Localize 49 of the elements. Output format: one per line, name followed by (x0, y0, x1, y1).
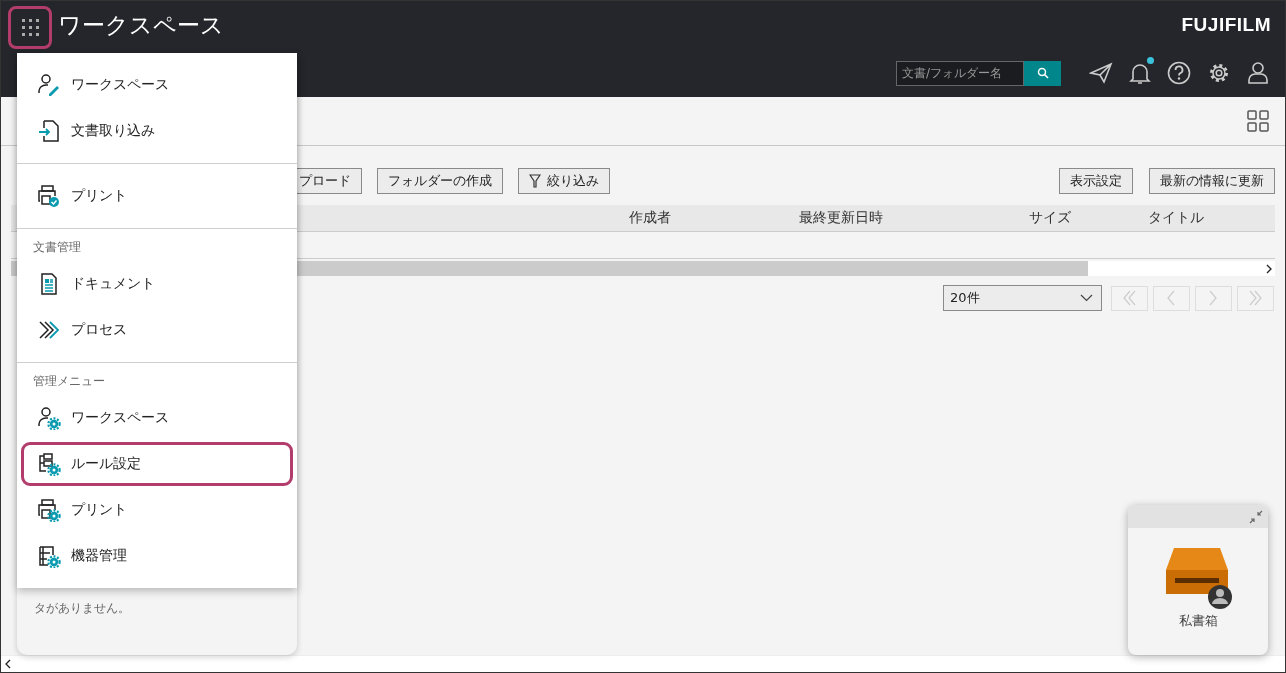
search-icon (1036, 67, 1049, 79)
app-title: ワークスペース (58, 10, 224, 40)
column-header[interactable]: 作成者 (629, 209, 799, 227)
menu-item[interactable]: ドキュメント (21, 262, 293, 306)
menu-heading: 文書管理 (32, 239, 82, 256)
search-button[interactable] (1024, 60, 1061, 86)
page-size-select[interactable]: 20件 (943, 285, 1102, 311)
menu-heading: 管理メニュー (32, 373, 106, 390)
person-gear-icon (37, 406, 61, 430)
menu-item[interactable]: プロセス (21, 308, 293, 352)
empty-message: タがありません。 (33, 600, 131, 617)
double-chevron-right-icon (1247, 288, 1264, 308)
toolbar-button[interactable]: フォルダーの作成 (377, 168, 503, 194)
search-field[interactable]: 文書/フォルダー名 (896, 60, 1024, 86)
toolbar-button[interactable]: 表示設定 (1059, 168, 1133, 194)
menu-item[interactable]: ワークスペース (21, 63, 293, 107)
brand-logo: FUJIFILM (1181, 14, 1271, 36)
menu-item[interactable]: プリント (21, 488, 293, 532)
printer-check-icon (37, 184, 61, 208)
tree-gear-icon (37, 452, 61, 476)
toolbar-button[interactable]: 絞り込み (518, 168, 610, 194)
chevron-right-icon[interactable] (1266, 263, 1272, 274)
send-icon[interactable] (1089, 62, 1113, 84)
filter-icon (529, 174, 541, 188)
menu-item[interactable]: ワークスペース (21, 396, 293, 440)
column-header[interactable]: タイトル (1148, 209, 1275, 227)
bell-icon[interactable] (1129, 61, 1151, 85)
user-icon[interactable] (1247, 61, 1269, 85)
toolbar-button[interactable]: 最新の情報に更新 (1149, 168, 1275, 194)
chevron-left-icon[interactable] (5, 659, 11, 669)
inbox-tray-icon[interactable] (1164, 546, 1232, 610)
grid-dots-icon (20, 17, 40, 37)
collapse-icon[interactable] (1249, 509, 1263, 524)
chevron-down-icon (1080, 294, 1093, 302)
tray-label: 私書箱 (1178, 612, 1218, 630)
app-launcher-button[interactable] (8, 5, 52, 49)
grid-view-icon[interactable] (1247, 110, 1269, 132)
column-header[interactable]: 最終更新日時 (799, 209, 1029, 227)
menu-item[interactable]: 機器管理 (21, 534, 293, 578)
person-edit-icon (37, 73, 61, 97)
document-import-icon (37, 119, 61, 143)
menu-item[interactable]: ルール設定 (21, 442, 293, 486)
column-header[interactable]: サイズ (1029, 209, 1148, 227)
double-chevron-left-icon (1121, 288, 1138, 308)
printer-gear-icon (37, 498, 61, 522)
settings-icon[interactable] (1207, 61, 1231, 85)
help-icon[interactable] (1167, 61, 1191, 85)
menu-item[interactable]: 文書取り込み (21, 109, 293, 153)
device-gear-icon (37, 544, 61, 568)
